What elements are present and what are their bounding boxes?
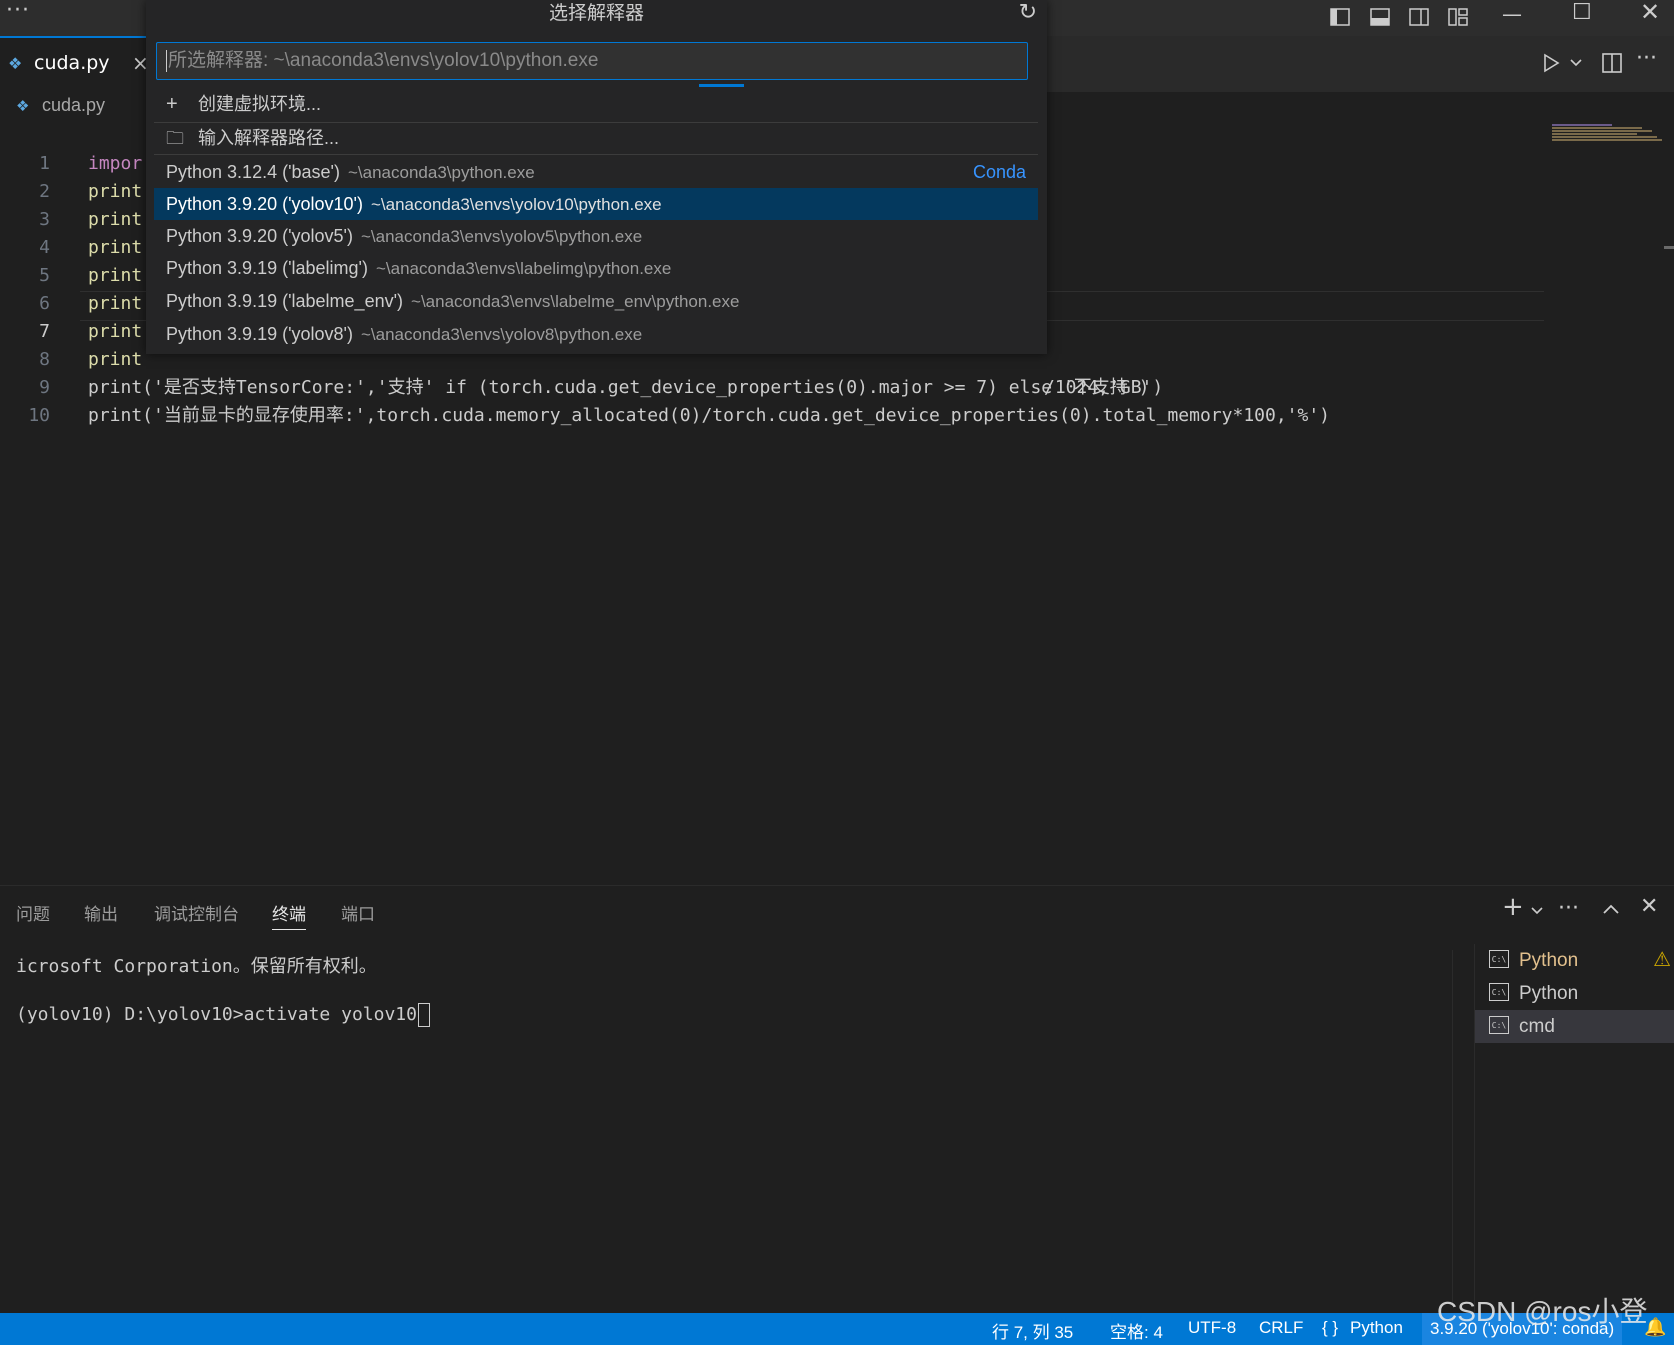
interpreter-option[interactable]: Python 3.9.20 ('yolov5') ~\anaconda3\envs… bbox=[154, 220, 1038, 252]
interpreter-option-selected[interactable]: Python 3.9.20 ('yolov10') ~\anaconda3\env… bbox=[154, 188, 1038, 220]
watermark: CSDN @ros小登 bbox=[1437, 1296, 1648, 1327]
select-interpreter-quickpick: 选择解释器 ↻ 所选解释器: ~\anaconda3\envs\yolov10\… bbox=[146, 0, 1047, 354]
action-label: 创建虚拟环境... bbox=[198, 94, 322, 114]
plus-icon: + bbox=[166, 93, 178, 115]
breadcrumb-file[interactable]: cuda.py bbox=[42, 95, 105, 116]
python-file-icon: ❖ bbox=[16, 97, 30, 115]
interpreter-label: Python 3.9.19 ('yolov8') bbox=[166, 324, 353, 344]
tab-cuda-py[interactable]: ❖ cuda.py × bbox=[0, 36, 149, 92]
close-window-icon[interactable]: ✕ bbox=[1640, 0, 1660, 26]
editor-scrollbar[interactable] bbox=[1664, 246, 1674, 249]
quickpick-title: 选择解释器 bbox=[548, 2, 644, 24]
split-editor-icon[interactable] bbox=[1601, 52, 1623, 74]
terminal-label: cmd bbox=[1519, 1016, 1555, 1037]
terminal-scrollbar-track bbox=[1452, 950, 1453, 1306]
terminal-item[interactable]: C:\ Python bbox=[1475, 977, 1674, 1010]
new-terminal-icon[interactable]: + bbox=[1502, 892, 1524, 922]
interpreter-label: Python 3.9.20 ('yolov5') bbox=[166, 226, 353, 246]
braces-icon: { } bbox=[1322, 1318, 1339, 1337]
interpreter-path: ~\anaconda3\python.exe bbox=[347, 163, 535, 182]
tab-terminal[interactable]: 终端 bbox=[272, 900, 306, 930]
run-dropdown-icon[interactable] bbox=[1569, 58, 1583, 68]
customize-layout-icon[interactable] bbox=[1448, 8, 1468, 26]
tab-debug-console[interactable]: 调试控制台 bbox=[154, 900, 239, 925]
tab-ports[interactable]: 端口 bbox=[341, 900, 375, 925]
status-bar: 行 7, 列 35 空格: 4 UTF-8 CRLF { } Python 3.… bbox=[0, 1313, 1674, 1345]
panel-more-actions-icon[interactable]: ··· bbox=[1558, 896, 1579, 921]
interpreter-label: Python 3.9.19 ('labelme_env') bbox=[166, 291, 404, 311]
input-placeholder: 所选解释器: ~\anaconda3\envs\yolov10\python.e… bbox=[168, 50, 599, 71]
terminal-list: C:\ Python ⚠ C:\ Python C:\ cmd bbox=[1474, 944, 1674, 1314]
end-of-line[interactable]: CRLF bbox=[1259, 1318, 1303, 1338]
separator bbox=[154, 154, 1038, 155]
action-label: 输入解释器路径... bbox=[198, 128, 340, 148]
terminal-dropdown-icon[interactable] bbox=[1530, 906, 1544, 916]
close-panel-icon[interactable]: ✕ bbox=[1640, 894, 1658, 919]
indentation[interactable]: 空格: 4 bbox=[1110, 1318, 1163, 1343]
minimize-icon[interactable]: — bbox=[1502, 2, 1522, 26]
interpreter-option[interactable]: Python 3.9.19 ('labelimg') ~\anaconda3\en… bbox=[154, 252, 1038, 284]
run-python-file-icon[interactable] bbox=[1540, 52, 1562, 74]
interpreter-label: Python 3.9.20 ('yolov10') bbox=[166, 194, 363, 214]
create-venv-action[interactable]: + 创建虚拟环境... bbox=[154, 88, 1038, 120]
tab-problems[interactable]: 问题 bbox=[16, 900, 50, 925]
interpreter-option[interactable]: Python 3.9.19 ('labelme_env') ~\anaconda3… bbox=[154, 285, 1038, 317]
terminal-label: Python bbox=[1519, 983, 1579, 1004]
terminal-label: Python bbox=[1519, 950, 1579, 971]
terminal-item[interactable]: C:\ Python ⚠ bbox=[1475, 944, 1674, 977]
maximize-panel-icon[interactable] bbox=[1602, 902, 1620, 916]
terminal-item-active[interactable]: C:\ cmd bbox=[1475, 1010, 1674, 1043]
folder-icon: 🗀 bbox=[166, 128, 184, 148]
text-caret bbox=[166, 49, 167, 72]
warning-icon: ⚠ bbox=[1653, 949, 1671, 971]
interpreter-label: Python 3.12.4 ('base') bbox=[166, 162, 340, 182]
language-mode[interactable]: Python bbox=[1350, 1318, 1403, 1338]
conda-badge: Conda bbox=[972, 162, 1026, 182]
tab-output[interactable]: 输出 bbox=[84, 900, 118, 925]
editor-more-actions-icon[interactable]: ··· bbox=[1636, 46, 1657, 71]
more-menu-icon[interactable]: ··· bbox=[6, 0, 30, 23]
interpreter-search-input[interactable]: 所选解释器: ~\anaconda3\envs\yolov10\python.e… bbox=[156, 42, 1028, 80]
interpreter-path: ~\anaconda3\envs\yolov10\python.exe bbox=[371, 195, 662, 214]
tab-label: cuda.py bbox=[34, 52, 110, 74]
terminal-icon: C:\ bbox=[1489, 983, 1509, 1001]
interpreter-option[interactable]: Python 3.9.19 ('yolov8') ~\anaconda3\envs… bbox=[154, 318, 1038, 350]
enter-interpreter-path-action[interactable]: 🗀 输入解释器路径... bbox=[154, 122, 1038, 154]
terminal-output-line: icrosoft Corporation。保留所有权利。 bbox=[16, 956, 377, 977]
terminal-cursor bbox=[417, 1003, 430, 1027]
interpreter-label: Python 3.9.19 ('labelimg') bbox=[166, 258, 368, 278]
minimap[interactable] bbox=[1552, 124, 1664, 142]
interpreter-path: ~\anaconda3\envs\yolov8\python.exe bbox=[360, 325, 643, 344]
toggle-primary-sidebar-icon[interactable] bbox=[1330, 8, 1350, 26]
interpreter-option[interactable]: Python 3.12.4 ('base') ~\anaconda3\python… bbox=[154, 156, 1038, 188]
terminal-icon: C:\ bbox=[1489, 1016, 1509, 1034]
terminal-icon: C:\ bbox=[1489, 950, 1509, 968]
interpreter-path: ~\anaconda3\envs\labelimg\python.exe bbox=[375, 259, 672, 278]
cursor-position[interactable]: 行 7, 列 35 bbox=[992, 1318, 1073, 1343]
interpreter-path: ~\anaconda3\envs\yolov5\python.exe bbox=[360, 227, 643, 246]
terminal-command: (yolov10) D:\yolov10>activate yolov10 bbox=[16, 1004, 417, 1025]
toggle-secondary-sidebar-icon[interactable] bbox=[1409, 8, 1429, 26]
interpreter-path: ~\anaconda3\envs\labelme_env\python.exe bbox=[411, 292, 740, 311]
code-line: 10 print('当前显卡的显存使用率:',torch.cuda.memory_… bbox=[28, 405, 1331, 426]
python-file-icon: ❖ bbox=[8, 54, 23, 73]
maximize-icon[interactable]: ☐ bbox=[1572, 0, 1592, 25]
encoding[interactable]: UTF-8 bbox=[1188, 1318, 1236, 1338]
refresh-icon[interactable]: ↻ bbox=[1019, 0, 1037, 25]
terminal-prompt-line[interactable]: (yolov10) D:\yolov10>activate yolov10 bbox=[16, 1003, 430, 1027]
progress-indicator bbox=[699, 84, 744, 87]
toggle-panel-icon[interactable] bbox=[1370, 8, 1390, 26]
bottom-panel: 问题 输出 调试控制台 终端 端口 + ··· ✕ icrosoft Corpo… bbox=[0, 885, 1674, 1314]
